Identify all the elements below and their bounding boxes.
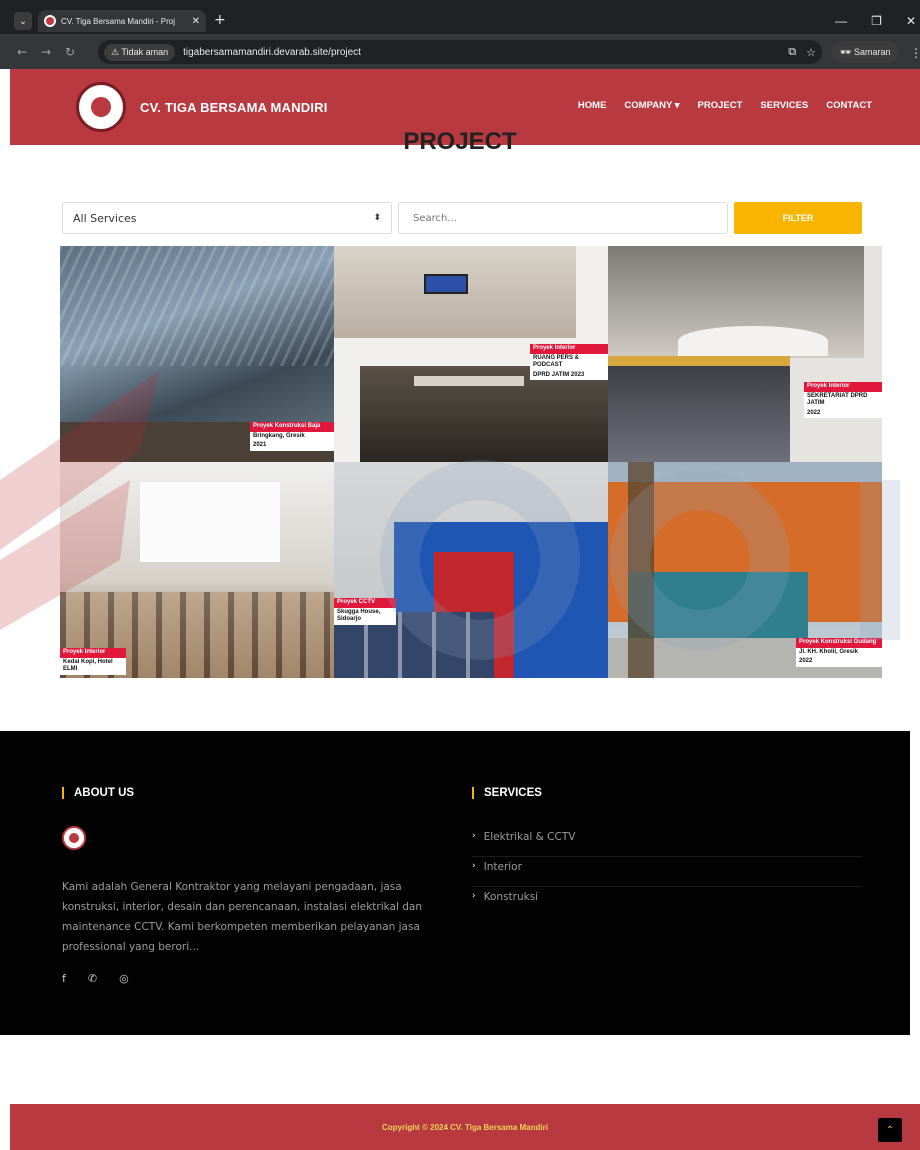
project-caption-location: Bringkang, Gresik — [250, 431, 334, 441]
project-caption-location: Skugga House, Sidoarjo — [334, 607, 396, 625]
project-caption-year: 2022 — [796, 657, 882, 667]
favicon-icon — [44, 15, 56, 27]
minimize-icon[interactable]: — — [835, 14, 847, 28]
new-tab-icon[interactable]: + — [214, 12, 226, 28]
footer-logo — [62, 826, 86, 850]
project-item[interactable]: Proyek CCTV Skugga House, Sidoarjo — [334, 462, 608, 678]
project-caption-location: SEKRETARIAT DPRD JATIM — [804, 391, 882, 409]
project-gallery: Proyek Konstruksi Baja Bringkang, Gresik… — [50, 246, 882, 678]
copyright-text: Copyright © 2024 CV. Tiga Bersama Mandir… — [382, 1122, 548, 1132]
page-title: PROJECT — [403, 128, 517, 155]
project-caption-year: DPRD JATIM 2023 — [530, 370, 608, 380]
chevron-right-icon: › — [472, 861, 476, 871]
services-heading: SERVICES — [472, 787, 542, 799]
copyright-bar: Copyright © 2024 CV. Tiga Bersama Mandir… — [10, 1104, 920, 1150]
incognito-profile[interactable]: 🕶 Samaran — [832, 41, 899, 63]
search-input[interactable] — [398, 202, 728, 234]
project-caption-location: Kedai Kopi, Hotel ELMI — [60, 657, 126, 675]
project-caption-title: Proyek Interior — [60, 648, 126, 658]
project-caption-year: 2022 — [804, 408, 882, 418]
project-item[interactable]: Proyek Interior Kedai Kopi, Hotel ELMI — [60, 462, 334, 678]
project-item[interactable]: Proyek Konstruksi Gudang Jl. KH. Kholil,… — [608, 462, 882, 678]
restore-icon[interactable]: ❐ — [871, 14, 882, 28]
site-footer: ABOUT US Kami adalah General Kontraktor … — [0, 731, 910, 1035]
browser-chrome: ⌄ CV. Tiga Bersama Mandiri - Proj ✕ + — … — [0, 0, 920, 69]
back-icon[interactable]: ← — [10, 45, 34, 59]
browser-menu-icon[interactable]: ⋮ — [910, 46, 920, 60]
facebook-icon[interactable]: f — [62, 972, 66, 985]
project-caption-title: Proyek Konstruksi Gudang — [796, 638, 882, 648]
chevron-right-icon: › — [472, 891, 476, 901]
project-item[interactable]: Proyek Konstruksi Baja Bringkang, Gresik… — [60, 246, 334, 462]
project-caption-title: Proyek CCTV — [334, 598, 396, 608]
browser-tab[interactable]: CV. Tiga Bersama Mandiri - Proj ✕ — [38, 10, 206, 32]
url-text[interactable]: tigabersamamandiri.devarab.site/project — [183, 47, 361, 58]
project-caption-title: Proyek Konstruksi Baja — [250, 422, 334, 432]
project-caption-location: RUANG PERS & PODCAST — [530, 353, 608, 371]
service-link-elektrikal[interactable]: › Elektrikal & CCTV — [472, 827, 862, 857]
company-logo[interactable] — [76, 82, 126, 132]
project-caption-title: Proyek Interior — [530, 344, 608, 354]
tab-search-button[interactable]: ⌄ — [14, 12, 32, 30]
incognito-icon: 🕶 — [840, 46, 852, 57]
project-caption-location: Jl. KH. Kholil, Gresik — [796, 647, 882, 657]
tab-title: CV. Tiga Bersama Mandiri - Proj — [61, 16, 175, 26]
nav-services[interactable]: SERVICES — [760, 100, 808, 111]
service-link-interior[interactable]: › Interior — [472, 857, 862, 887]
about-heading: ABOUT US — [62, 787, 134, 799]
project-caption-year: 2021 — [250, 441, 334, 451]
project-item[interactable]: Proyek Interior SEKRETARIAT DPRD JATIM 2… — [608, 246, 882, 462]
reload-icon[interactable]: ↻ — [58, 45, 82, 59]
about-text: Kami adalah General Kontraktor yang mela… — [62, 881, 422, 953]
nav-company[interactable]: COMPANY ▾ — [624, 100, 679, 111]
select-caret-icon: ⬍ — [373, 213, 381, 223]
back-to-top-button[interactable]: ⌃ — [878, 1118, 902, 1142]
close-tab-icon[interactable]: ✕ — [192, 16, 200, 27]
close-window-icon[interactable]: ✕ — [906, 14, 916, 28]
brand-name[interactable]: CV. TIGA BERSAMA MANDIRI — [140, 100, 328, 115]
service-link-konstruksi[interactable]: › Konstruksi — [472, 887, 862, 917]
whatsapp-icon[interactable]: ✆ — [88, 972, 97, 985]
nav-home[interactable]: HOME — [578, 100, 607, 111]
filter-bar: All Services ⬍ FILTER — [62, 202, 862, 234]
nav-project[interactable]: PROJECT — [698, 100, 743, 111]
social-links: f ✆ ◎ — [62, 972, 129, 985]
project-caption-title: Proyek Interior — [804, 382, 882, 392]
main-nav: HOME COMPANY ▾ PROJECT SERVICES CONTACT — [578, 100, 872, 111]
address-bar[interactable]: ⚠ Tidak aman tigabersamamandiri.devarab.… — [98, 40, 822, 64]
chevron-right-icon: › — [472, 831, 476, 841]
nav-contact[interactable]: CONTACT — [826, 100, 872, 111]
forward-icon[interactable]: → — [34, 45, 58, 59]
filter-button[interactable]: FILTER — [734, 202, 862, 234]
services-list: › Elektrikal & CCTV › Interior › Konstruksi — [472, 827, 862, 917]
services-select[interactable]: All Services ⬍ — [62, 202, 392, 234]
project-item[interactable]: Proyek Interior RUANG PERS & PODCAST DPR… — [334, 246, 608, 462]
bookmark-star-icon[interactable]: ☆ — [806, 46, 816, 59]
translate-icon[interactable]: ⧉ — [788, 46, 796, 59]
instagram-icon[interactable]: ◎ — [119, 972, 129, 985]
security-chip[interactable]: ⚠ Tidak aman — [104, 43, 176, 61]
